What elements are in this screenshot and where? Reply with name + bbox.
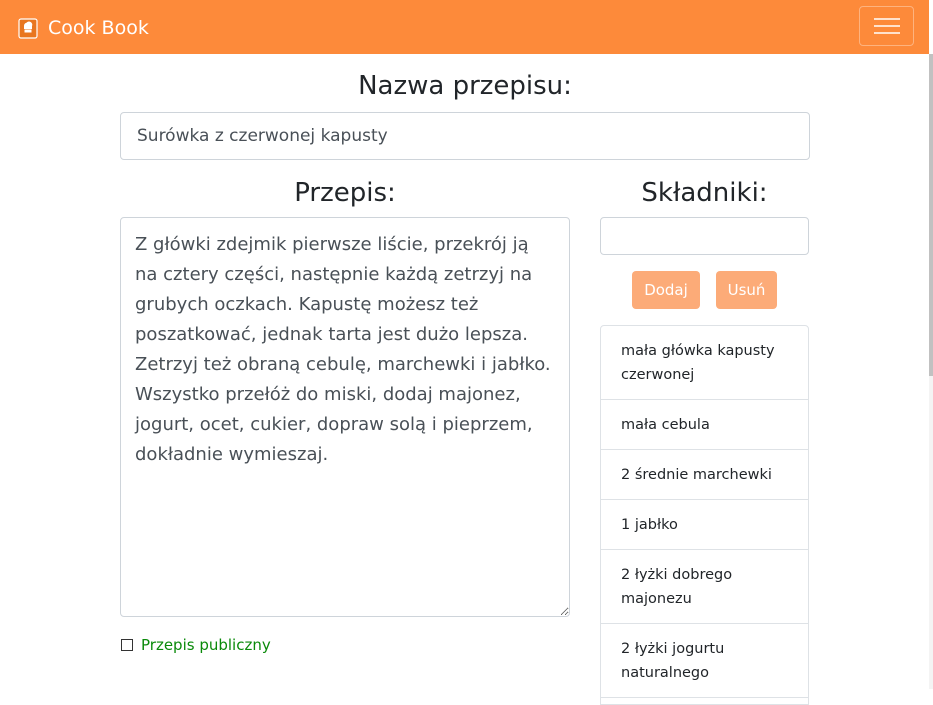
recipe-name-input[interactable]	[120, 112, 810, 160]
list-item[interactable]: 2 łyżki dobrego majonezu	[601, 550, 808, 624]
add-ingredient-button[interactable]: Dodaj	[632, 271, 700, 309]
ingredients-list: mała główka kapusty czerwonej mała cebul…	[600, 325, 809, 705]
navbar-toggle-button[interactable]	[859, 6, 914, 46]
list-item[interactable]: mała cebula	[601, 400, 808, 450]
ingredient-input[interactable]	[600, 217, 809, 255]
recipe-title: Przepis:	[294, 178, 396, 208]
cookbook-logo-icon	[18, 18, 38, 39]
list-item[interactable]: 2 łyżki jogurtu naturalnego	[601, 624, 808, 698]
remove-ingredient-button[interactable]: Usuń	[716, 271, 777, 309]
brand-name: Cook Book	[48, 17, 149, 39]
public-recipe-option: Przepis publiczny	[120, 636, 271, 654]
public-recipe-checkbox[interactable]	[121, 639, 133, 651]
navbar: Cook Book	[0, 0, 929, 54]
list-item[interactable]: 1 jabłko	[601, 500, 808, 550]
recipe-name-title: Nazwa przepisu:	[358, 71, 572, 101]
page-scrollbar-thumb[interactable]	[929, 54, 933, 376]
list-item[interactable]: 2 średnie marchewki	[601, 450, 808, 500]
list-item[interactable]: mała główka kapusty czerwonej	[601, 326, 808, 400]
public-recipe-label[interactable]: Przepis publiczny	[141, 636, 271, 654]
brand-link[interactable]: Cook Book	[18, 14, 149, 42]
hamburger-menu-icon	[873, 18, 900, 34]
ingredients-title: Składniki:	[641, 178, 768, 208]
recipe-textarea[interactable]: Z główki zdejmik pierwsze liście, przekr…	[120, 217, 570, 617]
